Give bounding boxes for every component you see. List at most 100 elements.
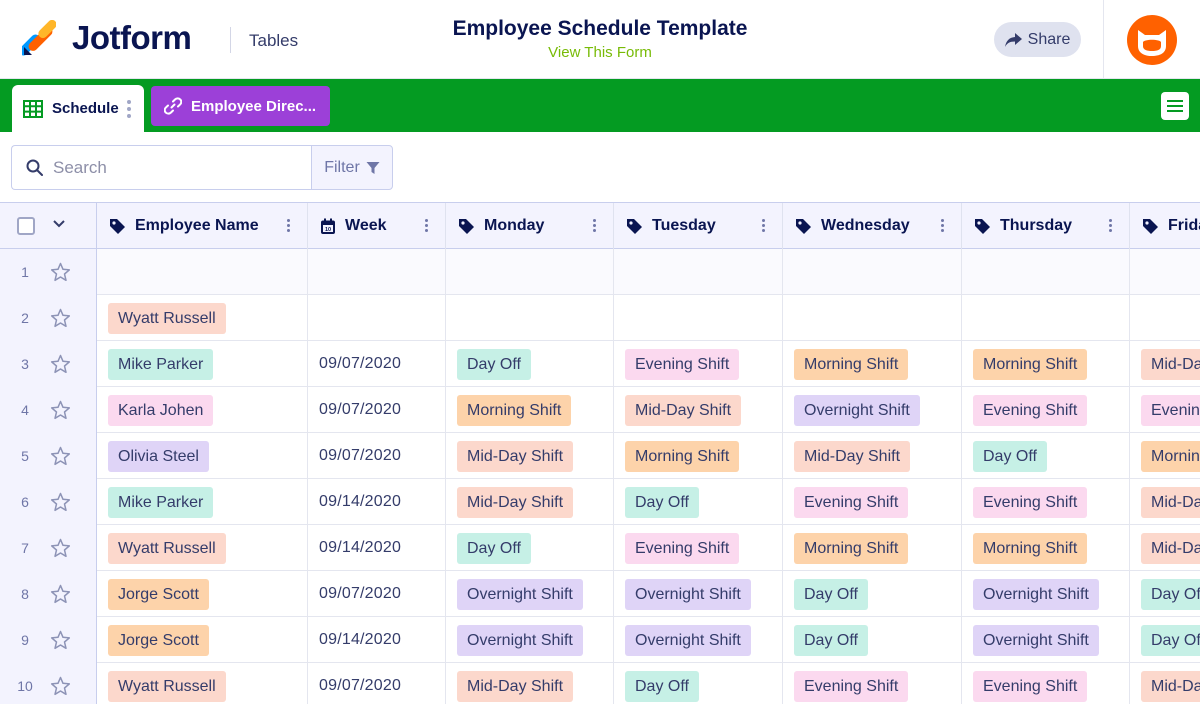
star-icon[interactable] bbox=[50, 584, 71, 604]
cell-fri[interactable]: Evening Shift bbox=[1130, 387, 1200, 433]
cell-name[interactable]: Mike Parker bbox=[97, 341, 308, 387]
cell-tue[interactable] bbox=[614, 249, 783, 295]
search-input[interactable] bbox=[53, 157, 293, 178]
cell-week[interactable]: 09/07/2020 bbox=[308, 387, 446, 433]
cell-mon[interactable]: Mid-Day Shift bbox=[446, 479, 614, 525]
cell-thu[interactable]: Overnight Shift bbox=[962, 571, 1130, 617]
column-header-wednesday[interactable]: Wednesday bbox=[783, 203, 962, 249]
star-icon[interactable] bbox=[50, 630, 71, 650]
table-row[interactable]: 1 bbox=[0, 249, 1200, 295]
column-header-thursday[interactable]: Thursday bbox=[962, 203, 1130, 249]
cell-wed[interactable]: Morning Shift bbox=[783, 525, 962, 571]
cell-name[interactable]: Karla Johen bbox=[97, 387, 308, 433]
cell-tue[interactable] bbox=[614, 295, 783, 341]
jotform-logo[interactable]: Jotform bbox=[18, 19, 192, 57]
table-row[interactable]: 2 Wyatt Russell bbox=[0, 295, 1200, 341]
cell-mon[interactable]: Overnight Shift bbox=[446, 617, 614, 663]
cell-fri[interactable]: Mid-Day Shift bbox=[1130, 663, 1200, 704]
cell-wed[interactable]: Day Off bbox=[783, 571, 962, 617]
cell-wed[interactable]: Overnight Shift bbox=[783, 387, 962, 433]
cell-fri[interactable]: Mid-Day Shift bbox=[1130, 341, 1200, 387]
table-row[interactable]: 8 Jorge Scott 09/07/2020 Overnight Shift Ove… bbox=[0, 571, 1200, 617]
star-icon[interactable] bbox=[50, 262, 71, 282]
cell-fri[interactable]: Day Off bbox=[1130, 617, 1200, 663]
cell-wed[interactable]: Day Off bbox=[783, 617, 962, 663]
cell-tue[interactable]: Day Off bbox=[614, 479, 783, 525]
cell-fri[interactable]: Mid-Day Shift bbox=[1130, 525, 1200, 571]
cell-wed[interactable]: Mid-Day Shift bbox=[783, 433, 962, 479]
cell-thu[interactable]: Overnight Shift bbox=[962, 617, 1130, 663]
star-icon[interactable] bbox=[50, 492, 71, 512]
table-row[interactable]: 7 Wyatt Russell 09/14/2020 Day Off Evening S… bbox=[0, 525, 1200, 571]
cell-thu[interactable]: Evening Shift bbox=[962, 663, 1130, 704]
star-icon[interactable] bbox=[50, 446, 71, 466]
filter-button[interactable]: Filter bbox=[311, 145, 393, 190]
column-header-week[interactable]: 10 Week bbox=[308, 203, 446, 249]
cell-tue[interactable]: Evening Shift bbox=[614, 341, 783, 387]
tab-options-icon[interactable] bbox=[126, 99, 131, 118]
cell-wed[interactable] bbox=[783, 249, 962, 295]
cell-thu[interactable] bbox=[962, 249, 1130, 295]
column-options-icon[interactable] bbox=[425, 219, 428, 232]
column-header-monday[interactable]: Monday bbox=[446, 203, 614, 249]
star-icon[interactable] bbox=[50, 676, 71, 696]
chevron-down-icon[interactable] bbox=[53, 220, 65, 228]
cell-week[interactable]: 09/07/2020 bbox=[308, 433, 446, 479]
column-options-icon[interactable] bbox=[941, 219, 944, 232]
cell-name[interactable]: Olivia Steel bbox=[97, 433, 308, 479]
cell-thu[interactable]: Evening Shift bbox=[962, 479, 1130, 525]
cell-wed[interactable] bbox=[783, 295, 962, 341]
cell-thu[interactable]: Day Off bbox=[962, 433, 1130, 479]
table-row[interactable]: 3 Mike Parker 09/07/2020 Day Off Evening Shi… bbox=[0, 341, 1200, 387]
cell-mon[interactable]: Mid-Day Shift bbox=[446, 433, 614, 479]
cell-name[interactable]: Mike Parker bbox=[97, 479, 308, 525]
share-button[interactable]: Share bbox=[994, 22, 1081, 57]
table-row[interactable]: 6 Mike Parker 09/14/2020 Mid-Day Shift Day O… bbox=[0, 479, 1200, 525]
table-row[interactable]: 5 Olivia Steel 09/07/2020 Mid-Day Shift Morn… bbox=[0, 433, 1200, 479]
cell-wed[interactable]: Morning Shift bbox=[783, 341, 962, 387]
cell-week[interactable]: 09/14/2020 bbox=[308, 525, 446, 571]
table-row[interactable]: 10 Wyatt Russell 09/07/2020 Mid-Day Shift Da… bbox=[0, 663, 1200, 704]
cell-fri[interactable] bbox=[1130, 249, 1200, 295]
cell-thu[interactable]: Morning Shift bbox=[962, 341, 1130, 387]
cell-name[interactable]: Wyatt Russell bbox=[97, 295, 308, 341]
select-all-checkbox[interactable] bbox=[17, 217, 35, 235]
star-icon[interactable] bbox=[50, 538, 71, 558]
user-avatar[interactable] bbox=[1127, 15, 1177, 65]
cell-fri[interactable] bbox=[1130, 295, 1200, 341]
cell-name[interactable]: Jorge Scott bbox=[97, 571, 308, 617]
column-header-tuesday[interactable]: Tuesday bbox=[614, 203, 783, 249]
cell-week[interactable] bbox=[308, 295, 446, 341]
cell-week[interactable]: 09/07/2020 bbox=[308, 341, 446, 387]
cell-tue[interactable]: Overnight Shift bbox=[614, 617, 783, 663]
cell-name[interactable]: Jorge Scott bbox=[97, 617, 308, 663]
cell-wed[interactable]: Evening Shift bbox=[783, 479, 962, 525]
cell-mon[interactable]: Day Off bbox=[446, 525, 614, 571]
star-icon[interactable] bbox=[50, 400, 71, 420]
cell-name[interactable] bbox=[97, 249, 308, 295]
cell-fri[interactable]: Day Off bbox=[1130, 571, 1200, 617]
cell-thu[interactable]: Morning Shift bbox=[962, 525, 1130, 571]
cell-tue[interactable]: Mid-Day Shift bbox=[614, 387, 783, 433]
search-box[interactable] bbox=[11, 145, 312, 190]
product-name[interactable]: Tables bbox=[249, 31, 298, 51]
cell-tue[interactable]: Evening Shift bbox=[614, 525, 783, 571]
cell-mon[interactable]: Morning Shift bbox=[446, 387, 614, 433]
column-options-icon[interactable] bbox=[593, 219, 596, 232]
cell-thu[interactable]: Evening Shift bbox=[962, 387, 1130, 433]
column-options-icon[interactable] bbox=[287, 219, 290, 232]
cell-tue[interactable]: Overnight Shift bbox=[614, 571, 783, 617]
table-row[interactable]: 9 Jorge Scott 09/14/2020 Overnight Shift Ove… bbox=[0, 617, 1200, 663]
cell-wed[interactable]: Evening Shift bbox=[783, 663, 962, 704]
star-icon[interactable] bbox=[50, 354, 71, 374]
view-form-link[interactable]: View This Form bbox=[400, 44, 800, 61]
cell-mon[interactable]: Mid-Day Shift bbox=[446, 663, 614, 704]
star-icon[interactable] bbox=[50, 308, 71, 328]
cell-name[interactable]: Wyatt Russell bbox=[97, 663, 308, 704]
cell-name[interactable]: Wyatt Russell bbox=[97, 525, 308, 571]
cell-thu[interactable] bbox=[962, 295, 1130, 341]
cell-mon[interactable]: Overnight Shift bbox=[446, 571, 614, 617]
column-header-friday[interactable]: Friday bbox=[1130, 203, 1200, 249]
cell-week[interactable]: 09/14/2020 bbox=[308, 617, 446, 663]
column-options-icon[interactable] bbox=[1109, 219, 1112, 232]
